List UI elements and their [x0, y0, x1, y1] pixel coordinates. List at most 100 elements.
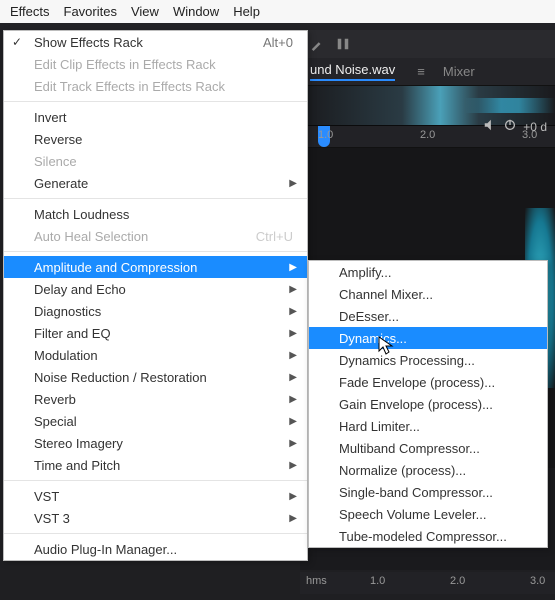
menu-item-reverse[interactable]: Reverse: [4, 128, 307, 150]
menu-item-label: Reverse: [34, 132, 82, 147]
tab-menu-icon[interactable]: ≡: [417, 64, 425, 79]
tab-mixer[interactable]: Mixer: [443, 64, 475, 79]
menu-item-diagnostics[interactable]: Diagnostics ▶: [4, 300, 307, 322]
submenu-item-speech-leveler[interactable]: Speech Volume Leveler...: [309, 503, 547, 525]
amplitude-compression-submenu: Amplify... Channel Mixer... DeEsser... D…: [308, 260, 548, 548]
menubar: Effects Favorites View Window Help: [0, 0, 555, 23]
menu-item-label: Match Loudness: [34, 207, 129, 222]
submenu-arrow-icon: ▶: [289, 328, 297, 339]
menu-item-match-loudness[interactable]: Match Loudness: [4, 203, 307, 225]
menu-item-label: Audio Plug-In Manager...: [34, 542, 177, 557]
menu-view[interactable]: View: [131, 4, 159, 19]
menu-item-label: Reverb: [34, 392, 76, 407]
menu-item-edit-track-effects: Edit Track Effects in Effects Rack: [4, 75, 307, 97]
menu-item-label: Speech Volume Leveler...: [339, 507, 486, 522]
menu-item-reverb[interactable]: Reverb ▶: [4, 388, 307, 410]
menu-item-label: VST 3: [34, 511, 70, 526]
menu-separator: [4, 101, 307, 102]
menu-item-label: Edit Track Effects in Effects Rack: [34, 79, 225, 94]
menu-item-label: Special: [34, 414, 77, 429]
menu-item-label: Diagnostics: [34, 304, 101, 319]
menu-item-label: Delay and Echo: [34, 282, 126, 297]
menu-item-label: VST: [34, 489, 59, 504]
menu-item-label: Filter and EQ: [34, 326, 111, 341]
submenu-arrow-icon: ▶: [289, 491, 297, 502]
tool-icon[interactable]: [336, 37, 350, 51]
menu-item-label: Show Effects Rack: [34, 35, 143, 50]
submenu-item-deesser[interactable]: DeEsser...: [309, 305, 547, 327]
ruler-tick: 2.0: [450, 575, 465, 587]
submenu-arrow-icon: ▶: [289, 460, 297, 471]
submenu-item-multiband-compressor[interactable]: Multiband Compressor...: [309, 437, 547, 459]
ruler-tick: 1.0: [318, 129, 333, 141]
submenu-item-channel-mixer[interactable]: Channel Mixer...: [309, 283, 547, 305]
submenu-item-hard-limiter[interactable]: Hard Limiter...: [309, 415, 547, 437]
submenu-item-amplify[interactable]: Amplify...: [309, 261, 547, 283]
submenu-item-dynamics[interactable]: Dynamics...: [309, 327, 547, 349]
submenu-item-gain-envelope[interactable]: Gain Envelope (process)...: [309, 393, 547, 415]
menu-item-label: Fade Envelope (process)...: [339, 375, 495, 390]
menu-window[interactable]: Window: [173, 4, 219, 19]
submenu-arrow-icon: ▶: [289, 394, 297, 405]
submenu-item-fade-envelope[interactable]: Fade Envelope (process)...: [309, 371, 547, 393]
menu-item-label: Generate: [34, 176, 88, 191]
power-icon[interactable]: [503, 118, 517, 135]
ruler-unit-label: hms: [306, 575, 327, 587]
menu-item-time-pitch[interactable]: Time and Pitch ▶: [4, 454, 307, 476]
toolbar: [300, 30, 555, 58]
menu-item-silence: Silence: [4, 150, 307, 172]
tool-icon[interactable]: [310, 37, 324, 51]
menu-item-amplitude-compression[interactable]: Amplitude and Compression ▶: [4, 256, 307, 278]
menu-separator: [4, 533, 307, 534]
menu-item-label: Modulation: [34, 348, 98, 363]
menu-item-label: Stereo Imagery: [34, 436, 123, 451]
menu-item-vst[interactable]: VST ▶: [4, 485, 307, 507]
menu-item-vst3[interactable]: VST 3 ▶: [4, 507, 307, 529]
menu-item-label: Hard Limiter...: [339, 419, 420, 434]
menu-item-auto-heal: Auto Heal Selection Ctrl+U: [4, 225, 307, 247]
submenu-item-normalize[interactable]: Normalize (process)...: [309, 459, 547, 481]
menu-favorites[interactable]: Favorites: [64, 4, 117, 19]
menu-item-stereo-imagery[interactable]: Stereo Imagery ▶: [4, 432, 307, 454]
submenu-arrow-icon: ▶: [289, 262, 297, 273]
ruler-tick: 1.0: [370, 575, 385, 587]
menu-item-label: Amplify...: [339, 265, 392, 280]
menu-item-label: Channel Mixer...: [339, 287, 433, 302]
submenu-item-tube-compressor[interactable]: Tube-modeled Compressor...: [309, 525, 547, 547]
menu-item-label: Silence: [34, 154, 77, 169]
volume-icon[interactable]: [483, 118, 497, 135]
menu-item-generate[interactable]: Generate ▶: [4, 172, 307, 194]
menu-item-delay-echo[interactable]: Delay and Echo ▶: [4, 278, 307, 300]
menu-item-noise-reduction[interactable]: Noise Reduction / Restoration ▶: [4, 366, 307, 388]
menu-item-filter-eq[interactable]: Filter and EQ ▶: [4, 322, 307, 344]
menu-item-label: Noise Reduction / Restoration: [34, 370, 207, 385]
menu-item-label: Amplitude and Compression: [34, 260, 197, 275]
time-ruler-bottom[interactable]: hms 1.0 2.0 3.0: [300, 572, 555, 594]
menu-item-label: Time and Pitch: [34, 458, 120, 473]
tabbar: und Noise.wav ≡ Mixer: [300, 58, 555, 86]
menu-item-modulation[interactable]: Modulation ▶: [4, 344, 307, 366]
menu-item-plugin-manager[interactable]: Audio Plug-In Manager...: [4, 538, 307, 560]
menu-item-label: Dynamics...: [339, 331, 407, 346]
ruler-tick: 3.0: [530, 575, 545, 587]
menu-separator: [4, 251, 307, 252]
menu-item-label: Single-band Compressor...: [339, 485, 493, 500]
menu-item-label: Gain Envelope (process)...: [339, 397, 493, 412]
submenu-item-singleband-compressor[interactable]: Single-band Compressor...: [309, 481, 547, 503]
menu-item-edit-clip-effects: Edit Clip Effects in Effects Rack: [4, 53, 307, 75]
submenu-item-dynamics-processing[interactable]: Dynamics Processing...: [309, 349, 547, 371]
submenu-arrow-icon: ▶: [289, 438, 297, 449]
menu-item-label: Tube-modeled Compressor...: [339, 529, 507, 544]
menu-effects[interactable]: Effects: [10, 4, 50, 19]
checkmark-icon: ✓: [12, 35, 22, 49]
menu-item-invert[interactable]: Invert: [4, 106, 307, 128]
tab-active-file[interactable]: und Noise.wav: [310, 62, 395, 81]
menu-item-label: Normalize (process)...: [339, 463, 466, 478]
ruler-tick: 2.0: [420, 129, 435, 141]
menu-help[interactable]: Help: [233, 4, 260, 19]
gain-readout: +0 d: [523, 120, 547, 134]
menu-item-show-effects-rack[interactable]: ✓ Show Effects Rack Alt+0: [4, 31, 307, 53]
menu-item-special[interactable]: Special ▶: [4, 410, 307, 432]
menu-item-label: Dynamics Processing...: [339, 353, 475, 368]
submenu-arrow-icon: ▶: [289, 350, 297, 361]
